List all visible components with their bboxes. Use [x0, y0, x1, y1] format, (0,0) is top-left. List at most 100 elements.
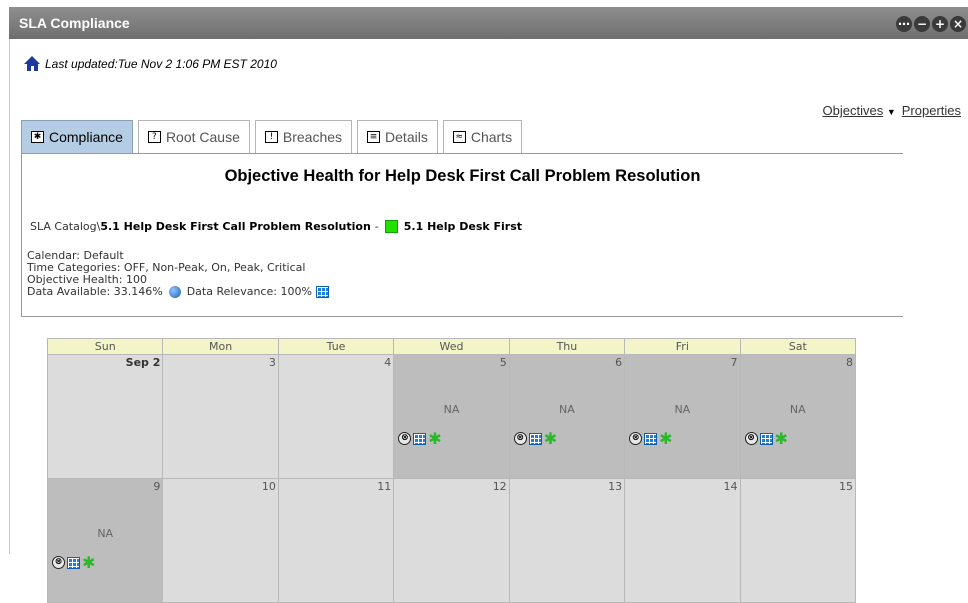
day-number: 3: [268, 356, 276, 369]
window-titlebar: SLA Compliance ⋯ − + ×: [9, 7, 968, 39]
root-cause-icon: ?: [147, 131, 161, 143]
asterisk-icon[interactable]: ✱: [82, 554, 95, 570]
day-number: 15: [839, 480, 853, 493]
status-indicator-icon: [384, 220, 398, 233]
day-number: Sep 2: [125, 356, 161, 369]
grid-icon[interactable]: [759, 432, 773, 445]
window-buttons: ⋯ − + ×: [896, 16, 966, 32]
objectives-link[interactable]: Objectives: [823, 103, 884, 118]
calendar-day-cell[interactable]: 6 NA ⊗ ✱: [508, 354, 626, 479]
day-header-mon: Mon: [162, 338, 279, 355]
grid-icon[interactable]: [644, 432, 658, 445]
calendar-day-cell[interactable]: 9 NA ⊗ ✱: [46, 478, 164, 603]
cell-icons: ⊗ ✱: [52, 554, 95, 570]
asterisk-icon[interactable]: ✱: [544, 430, 557, 446]
tab-label: Compliance: [49, 129, 123, 145]
calendar-day-cell[interactable]: 8 NA ⊗ ✱: [739, 354, 857, 479]
calendar-day-cell[interactable]: 3: [162, 354, 279, 479]
calendar-day-cell[interactable]: Sep 2: [46, 354, 164, 479]
asterisk-icon[interactable]: ✱: [428, 430, 441, 446]
data-availability-row: Data Available: 33.146% Data Relevance: …: [27, 286, 329, 298]
tab-root-cause[interactable]: ? Root Cause: [137, 120, 250, 153]
exclude-icon[interactable]: ⊗: [52, 556, 65, 569]
details-icon: ≡: [367, 131, 381, 143]
tab-label: Root Cause: [165, 129, 240, 145]
day-number: 6: [615, 356, 623, 369]
tab-label: Details: [385, 129, 428, 145]
asterisk-icon[interactable]: ✱: [775, 430, 788, 446]
catalog-separator: -: [374, 220, 379, 233]
calendar-day-cell[interactable]: 15: [739, 478, 857, 603]
day-number: 11: [377, 480, 392, 493]
calendar-week-row: 9 NA ⊗ ✱ 10 11 12 13 14 15: [46, 478, 857, 603]
compliance-icon: ✱: [31, 131, 44, 143]
last-updated: Last updated:Tue Nov 2 1:06 PM EST 2010: [24, 56, 277, 71]
status-name: 5.1 Help Desk First: [403, 220, 523, 233]
calendar-day-cell[interactable]: 10: [162, 478, 279, 603]
minimize-icon[interactable]: −: [914, 16, 930, 32]
day-number: 10: [261, 480, 276, 493]
day-number: 13: [608, 480, 623, 493]
day-number: 9: [153, 480, 161, 493]
day-number: 5: [499, 356, 507, 369]
globe-icon[interactable]: [168, 286, 181, 298]
grid-icon[interactable]: [67, 556, 80, 569]
page-title: Objective Health for Help Desk First Cal…: [224, 167, 701, 185]
cell-icons: ⊗ ✱: [744, 430, 788, 446]
calendar-day-cell[interactable]: 12: [393, 478, 510, 603]
last-updated-text: Last updated:Tue Nov 2 1:06 PM EST 2010: [45, 57, 277, 71]
na-label: NA: [559, 403, 575, 416]
tab-label: Breaches: [282, 129, 343, 145]
grid-icon[interactable]: [528, 432, 542, 445]
tab-compliance[interactable]: ✱ Compliance: [21, 120, 133, 153]
grid-icon[interactable]: [413, 432, 427, 445]
calendar-day-cell[interactable]: 5 NA ⊗ ✱: [393, 354, 510, 479]
grid-icon[interactable]: [315, 286, 329, 298]
calendar-day-cell[interactable]: 7 NA ⊗ ✱: [624, 354, 741, 479]
exclude-icon[interactable]: ⊗: [629, 432, 643, 445]
close-icon[interactable]: ×: [950, 16, 966, 32]
tab-bar: ✱ Compliance ? Root Cause ! Breaches ≡ D…: [21, 120, 527, 153]
tab-label: Charts: [470, 129, 513, 145]
top-links: Objectives ▼ Properties: [823, 103, 962, 118]
window-title: SLA Compliance: [19, 15, 130, 31]
home-icon[interactable]: [24, 56, 41, 71]
na-label: NA: [674, 403, 691, 416]
day-number: 8: [846, 356, 853, 369]
day-number: 4: [384, 356, 392, 369]
day-number: 7: [730, 356, 738, 369]
calendar-week-row: Sep 2 3 4 5 NA ⊗ ✱ 6 NA ⊗ ✱ 7 NA ⊗ ✱ 8 NA ⊗ ✱: [46, 354, 857, 479]
maximize-icon[interactable]: +: [932, 16, 948, 32]
cell-icons: ⊗ ✱: [398, 430, 442, 446]
objectives-menu[interactable]: Objectives ▼: [823, 103, 896, 118]
day-header-tue: Tue: [277, 338, 395, 355]
catalog-name[interactable]: 5.1 Help Desk First Call Problem Resolut…: [100, 220, 370, 233]
day-header-sat: Sat: [739, 338, 857, 355]
tab-details[interactable]: ≡ Details: [357, 120, 438, 153]
exclude-icon[interactable]: ⊗: [513, 432, 527, 445]
calendar-body: Sep 2 3 4 5 NA ⊗ ✱ 6 NA ⊗ ✱ 7 NA ⊗ ✱ 8 NA ⊗ ✱ 9 NA ⊗ ✱ 10 11 12 13…: [46, 354, 857, 603]
breadcrumb: SLA Catalog\ 5.1 Help Desk First Call Pr…: [30, 220, 522, 233]
day-header-wed: Wed: [393, 338, 510, 355]
calendar-day-cell[interactable]: 4: [277, 354, 395, 479]
more-options-icon[interactable]: ⋯: [896, 16, 912, 32]
calendar-day-cell[interactable]: 14: [624, 478, 741, 603]
day-number: 12: [492, 480, 507, 493]
data-relevance-label: Data Relevance: 100%: [186, 285, 312, 298]
exclude-icon[interactable]: ⊗: [744, 432, 758, 445]
tab-charts[interactable]: ≈ Charts: [442, 120, 523, 153]
exclude-icon[interactable]: ⊗: [398, 432, 412, 445]
day-number: 14: [723, 480, 738, 493]
objective-health-panel: Objective Health for Help Desk First Cal…: [21, 153, 903, 317]
asterisk-icon[interactable]: ✱: [659, 430, 672, 446]
properties-link[interactable]: Properties: [902, 103, 961, 118]
calendar-day-cell[interactable]: 13: [508, 478, 626, 603]
caret-down-icon[interactable]: ▼: [887, 107, 896, 117]
catalog-prefix: SLA Catalog\: [30, 220, 101, 233]
calendar-day-cell[interactable]: 11: [277, 478, 395, 603]
compliance-calendar: Sun Mon Tue Wed Thu Fri Sat Sep 2 3 4 5 NA ⊗ ✱…: [46, 338, 857, 603]
day-header-sun: Sun: [46, 338, 164, 355]
panel-border: [9, 39, 10, 554]
day-header-thu: Thu: [508, 338, 626, 355]
tab-breaches[interactable]: ! Breaches: [254, 120, 353, 153]
